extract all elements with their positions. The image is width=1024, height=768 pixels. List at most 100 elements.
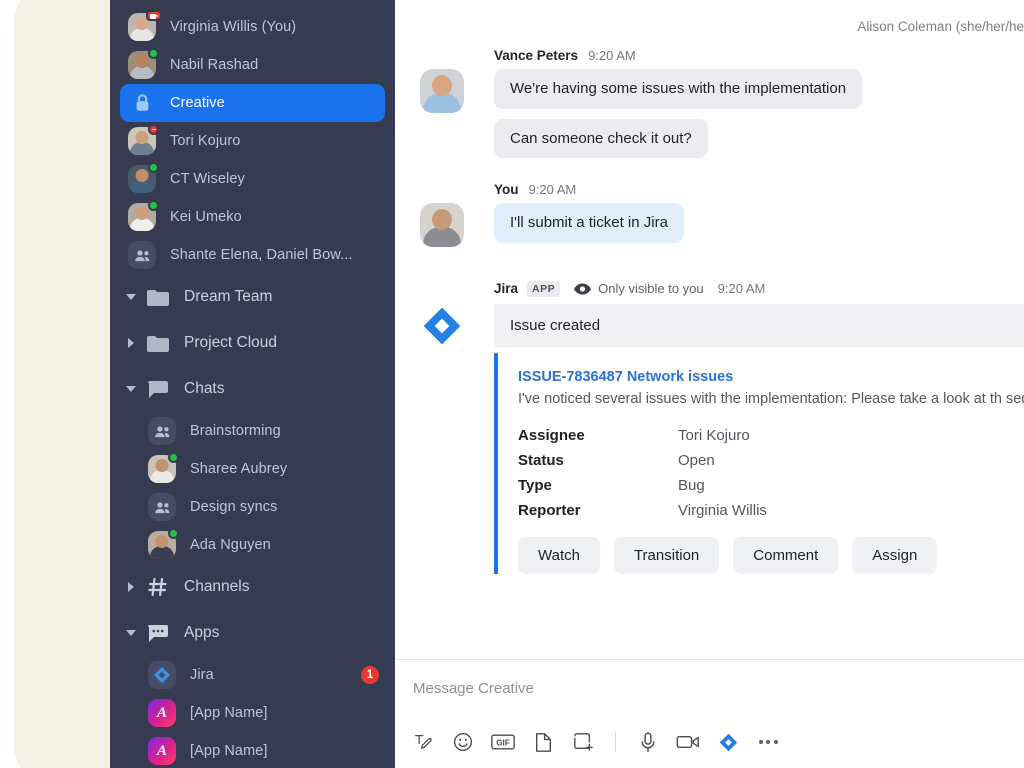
sidebar-item-sharee-aubrey[interactable]: Sharee Aubrey (120, 450, 385, 488)
field-label: Reporter (518, 502, 581, 520)
message-meta: Vance Peters 9:20 AM (395, 48, 1024, 63)
group-icon (134, 249, 149, 261)
sidebar-item-brainstorming[interactable]: Brainstorming (120, 412, 385, 450)
message-time: 9:20 AM (717, 281, 766, 296)
sidebar-item-ct-wiseley[interactable]: CT Wiseley (120, 160, 385, 198)
sidebar-item-tori-kojuro[interactable]: Tori Kojuro (120, 122, 385, 160)
group-avatar (148, 493, 176, 521)
sidebar-item-nabil-rashad[interactable]: Nabil Rashad (120, 46, 385, 84)
sidebar-section-apps[interactable]: Apps (110, 610, 395, 656)
field-label: Status (518, 452, 564, 470)
sidebar-section-label: Apps (184, 624, 220, 641)
sidebar-section-project-cloud[interactable]: Project Cloud (110, 320, 395, 366)
jira-icon[interactable] (713, 728, 743, 756)
attach-file-icon[interactable] (528, 728, 558, 756)
sidebar-section-channels[interactable]: Channels (110, 564, 395, 610)
more-options-icon[interactable] (753, 728, 783, 756)
presence-online-icon (148, 200, 159, 211)
folder-icon (146, 289, 170, 306)
app-message-meta: Jira APP Only visible to you 9:20 AM (395, 280, 1024, 297)
comment-button[interactable]: Comment (733, 537, 839, 575)
avatar (128, 124, 159, 155)
sidebar-item-creative[interactable]: Creative (120, 84, 385, 122)
avatar (128, 162, 159, 193)
sidebar-item-label: Design syncs (190, 499, 278, 515)
jira-app-icon-wrap (148, 661, 176, 689)
chevron-down-icon[interactable] (124, 630, 138, 636)
avatar (420, 69, 464, 113)
chevron-right-icon[interactable] (124, 338, 138, 348)
sidebar-section-chats[interactable]: Chats (110, 366, 395, 412)
sidebar-item-app-1[interactable]: A [App Name] (120, 694, 385, 732)
sidebar-item-label: Ada Nguyen (190, 537, 271, 553)
sidebar-item-label: Creative (170, 95, 225, 111)
sidebar-item-app-2[interactable]: A [App Name] (120, 732, 385, 768)
sidebar-item-label: CT Wiseley (170, 171, 245, 187)
chevron-down-icon[interactable] (124, 294, 138, 300)
avatar (128, 10, 162, 41)
issue-description: I've noticed several issues with the imp… (518, 390, 1024, 407)
jira-icon (423, 307, 461, 344)
chat-bubble-icon (146, 380, 170, 399)
microphone-icon[interactable] (633, 728, 663, 756)
video-camera-icon[interactable] (673, 728, 703, 756)
emoji-icon[interactable] (448, 728, 478, 756)
sticker-icon[interactable] (568, 728, 598, 756)
sidebar-item-label: [App Name] (190, 705, 268, 721)
message-thread: Vance Peters 9:20 AM We're having some i… (395, 48, 1024, 660)
sidebar-item-design-syncs[interactable]: Design syncs (120, 488, 385, 526)
message-bubble[interactable]: We're having some issues with the implem… (494, 69, 863, 109)
presence-online-icon (148, 48, 159, 59)
sidebar-item-label: Virginia Willis (You) (170, 19, 297, 35)
group-icon (154, 501, 169, 513)
sidebar-item-label: Shante Elena, Daniel Bow... (170, 247, 353, 263)
presence-busy-icon (148, 124, 159, 135)
message-bubble[interactable]: I'll submit a ticket in Jira (494, 203, 684, 243)
sidebar-item-jira[interactable]: Jira 1 (120, 656, 385, 694)
sidebar-item-ada-nguyen[interactable]: Ada Nguyen (120, 526, 385, 564)
sidebar-section-label: Dream Team (184, 288, 273, 305)
sidebar-people-list: Virginia Willis (You) Nabil Rashad Creat… (110, 0, 395, 768)
presence-meeting-icon (146, 10, 162, 21)
sidebar-item-label: Kei Umeko (170, 209, 242, 225)
lock-icon (136, 94, 148, 111)
message-composer: Message Creative GIF (395, 659, 1024, 768)
sidebar-section-dream-team[interactable]: Dream Team (110, 274, 395, 320)
sidebar-item-label: Jira (190, 667, 214, 683)
gif-icon[interactable]: GIF (488, 728, 518, 756)
field-value: Open (678, 452, 715, 470)
format-text-icon[interactable] (408, 728, 438, 756)
issue-link[interactable]: ISSUE-7836487 Network issues (518, 369, 1024, 385)
sidebar-item-group-shante-elena[interactable]: Shante Elena, Daniel Bow... (120, 236, 385, 274)
jira-icon (153, 666, 171, 684)
chevron-right-icon[interactable] (124, 582, 138, 592)
assign-button[interactable]: Assign (852, 537, 938, 575)
message-bubbles: We're having some issues with the implem… (494, 69, 1024, 168)
app-message-author: Jira (494, 281, 519, 296)
sidebar-section-label: Project Cloud (184, 334, 278, 351)
issue-fields: Assignee Tori Kojuro Status Open Type Bu… (518, 427, 1024, 519)
message-time: 9:20 AM (528, 182, 577, 197)
sidebar-item-kei-umeko[interactable]: Kei Umeko (120, 198, 385, 236)
chevron-down-icon[interactable] (124, 386, 138, 392)
app-icon: A (148, 699, 176, 727)
group-icon (154, 425, 169, 437)
sidebar-item-virginia-willis[interactable]: Virginia Willis (You) (120, 8, 385, 46)
composer-toolbar: GIF (408, 728, 783, 756)
chat-header: Alison Coleman (she/her/he (395, 0, 1024, 48)
sidebar-item-label: Nabil Rashad (170, 57, 259, 73)
field-row-reporter: Reporter Virginia Willis (518, 502, 1024, 519)
field-row-assignee: Assignee Tori Kojuro (518, 427, 1024, 444)
message-bubbles: I'll submit a ticket in Jira (494, 203, 1024, 253)
transition-button[interactable]: Transition (613, 537, 720, 575)
svg-text:GIF: GIF (496, 739, 510, 748)
field-row-type: Type Bug (518, 477, 1024, 494)
visibility-note: Only visible to you (598, 281, 704, 296)
message-meta: You 9:20 AM (395, 182, 1024, 197)
message-bubble[interactable]: Can someone check it out? (494, 118, 708, 158)
app-icon-wrap: A (148, 699, 176, 727)
message-input[interactable]: Message Creative (413, 680, 534, 697)
jira-issue-card: Issue created ISSUE-7836487 Network issu… (494, 303, 1024, 575)
avatar (420, 203, 464, 247)
watch-button[interactable]: Watch (518, 537, 600, 575)
